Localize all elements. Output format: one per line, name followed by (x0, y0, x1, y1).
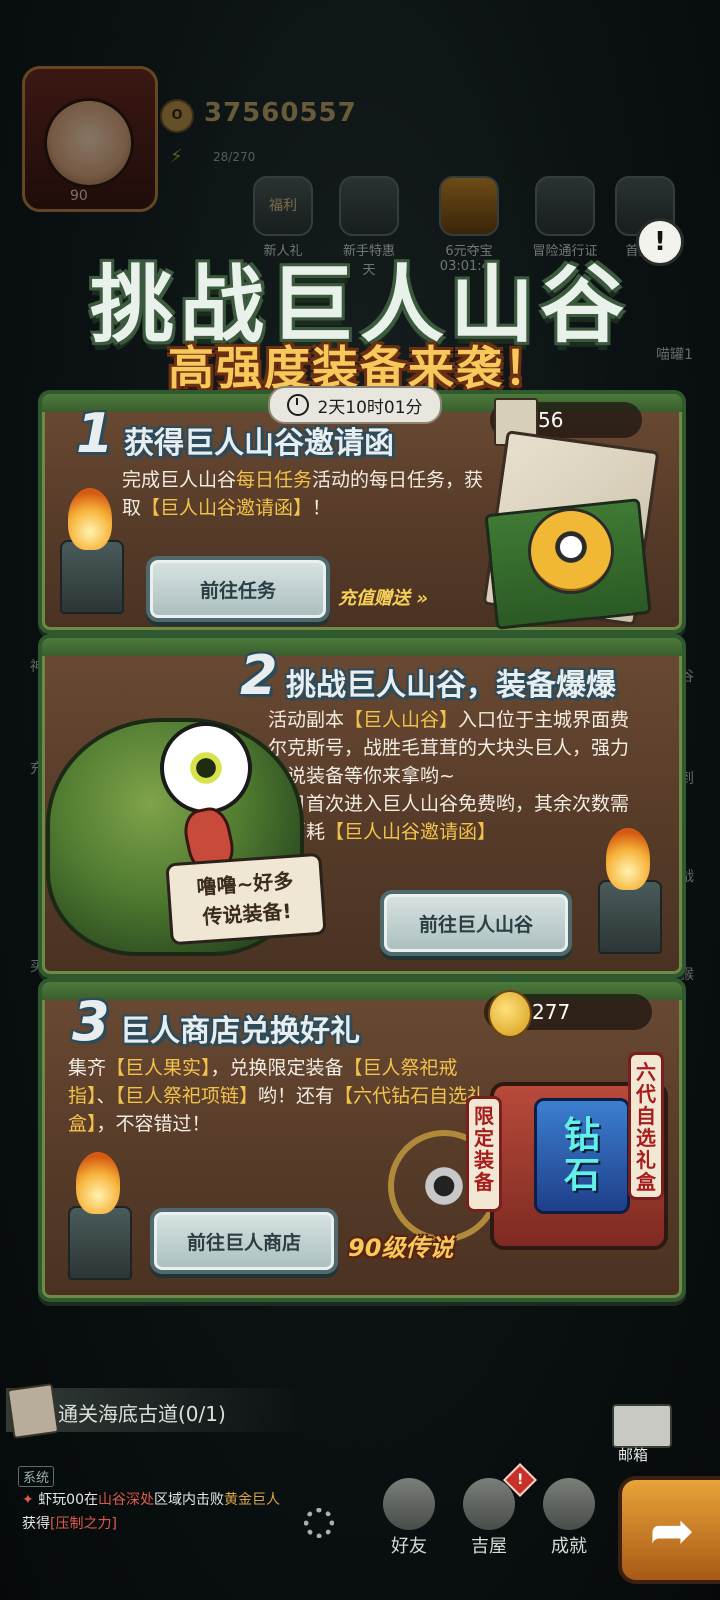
trophy-icon (543, 1478, 595, 1530)
tab-label: 好友 (391, 1536, 427, 1557)
go-to-tasks-button[interactable]: 前往任务 (146, 556, 330, 622)
go-to-giant-shop-button[interactable]: 前往巨人商店 (150, 1208, 338, 1274)
diamond-box-ribbon: 六代自选礼盒 (628, 1052, 664, 1200)
golden-fruit-icon (488, 990, 532, 1038)
flame-icon (76, 1152, 120, 1214)
mail-icon[interactable] (612, 1404, 672, 1448)
section-description: 集齐【巨人果实】，兑换限定装备【巨人祭祀戒指】、【巨人祭祀项链】哟！还有【六代钻… (68, 1057, 487, 1135)
system-message: ✦ 虾玩00在山谷深处区域内击败黄金巨人获得[压制之力] (22, 1492, 281, 1532)
system-tag: 系统 (18, 1466, 55, 1487)
section-description: 完成巨人山谷每日任务活动的每日任务，获取【巨人山谷邀请函】！ (122, 469, 484, 519)
tab-label: 成就 (551, 1536, 587, 1557)
giant-fruit-count: 277 (484, 990, 652, 1038)
torch-icon (68, 1206, 132, 1280)
clock-icon (287, 394, 310, 416)
legendary-level-label: 90级传说 (348, 1234, 454, 1262)
diamond-gem: 钻 石 (534, 1098, 630, 1214)
info-icon[interactable]: ! (636, 218, 684, 266)
section-number: 1 (76, 402, 114, 465)
double-chevron-icon: » (416, 588, 428, 609)
section-number: 2 (240, 644, 278, 707)
friends-icon (383, 1478, 435, 1530)
adventure-go-button[interactable]: ➦ (618, 1476, 720, 1584)
house-icon (463, 1478, 515, 1530)
limited-equipment-ribbon: 限定装备 (466, 1096, 502, 1212)
quest-scroll-icon (6, 1383, 60, 1439)
flame-icon (68, 488, 112, 550)
mail-label[interactable]: 邮箱 (618, 1444, 648, 1465)
go-to-giant-valley-button[interactable]: 前往巨人山谷 (380, 890, 572, 956)
section-number: 3 (72, 990, 110, 1053)
section-description: 活动副本【巨人山谷】入口位于主城界面费尔克斯号，战胜毛茸茸的大块头巨人，强力传说… (268, 709, 630, 843)
speech-bubble: 噜噜~好多 传说装备! (165, 852, 327, 946)
monster-eye (160, 722, 252, 814)
count-value: 277 (532, 1000, 571, 1024)
timer-text: 2天10时01分 (317, 397, 423, 418)
flame-icon (606, 828, 650, 890)
torch-icon (60, 540, 124, 614)
section-title: 巨人商店兑换好礼 (120, 1014, 360, 1049)
section-title: 挑战巨人山谷，装备爆爆 (286, 668, 616, 703)
recharge-gift-link[interactable]: 充值赠送 » (338, 584, 428, 610)
count-value: 56 (538, 408, 564, 432)
gear-icon[interactable] (304, 1508, 334, 1538)
section-title: 获得巨人山谷邀请函 (124, 426, 394, 461)
torch-icon (598, 880, 662, 954)
tab-achievements[interactable]: 成就 (534, 1478, 604, 1558)
tab-label: 吉屋 (471, 1536, 507, 1557)
tab-friends[interactable]: 好友 (374, 1478, 444, 1558)
quest-text[interactable]: 通关海底古道(0/1) (58, 1398, 226, 1427)
eye-monster-seal (528, 508, 614, 594)
